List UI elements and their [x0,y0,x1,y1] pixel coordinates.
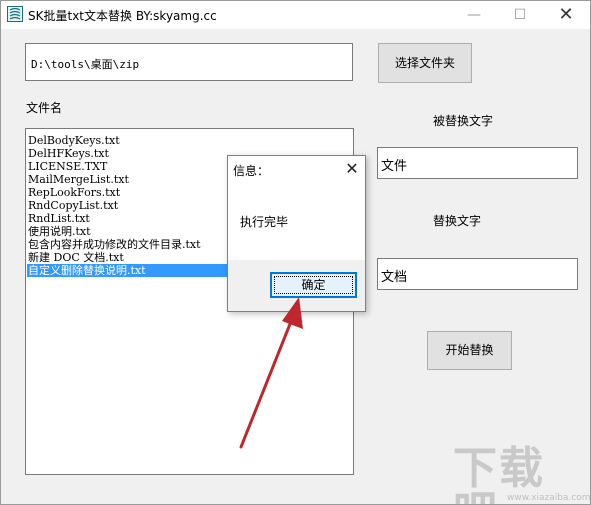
dialog-close-icon[interactable]: ✕ [338,156,366,182]
start-replace-button[interactable]: 开始替换 [427,331,512,370]
filename-label: 文件名 [26,101,63,115]
focus-rectangle [274,276,353,294]
list-item[interactable]: 包含内容并成功修改的文件目录.txt [28,238,201,251]
window-title: SK批量txt文本替换 BY:skyamg.cc [28,9,217,23]
list-item[interactable]: 使用说明.txt [28,225,91,238]
list-item[interactable]: DelBodyKeys.txt [28,134,120,147]
watermark-url: www.xiazaiba.com [507,493,591,503]
close-button[interactable]: ✕ [543,1,589,29]
maximize-button[interactable]: ☐ [497,1,543,29]
list-item[interactable]: DelHFKeys.txt [28,147,109,160]
list-item[interactable]: 新建 DOC 文档.txt [28,251,124,264]
choose-folder-button[interactable]: 选择文件夹 [378,43,472,83]
folder-path-input[interactable]: D:\tools\桌面\zip [25,43,353,81]
list-item[interactable]: LICENSE.TXT [28,160,107,173]
dialog-message: 执行完毕 [240,215,289,229]
app-icon [7,6,23,22]
minimize-button[interactable]: — [451,1,497,29]
list-item[interactable]: RepLookFors.txt [28,186,120,199]
app-window: SK批量txt文本替换 BY:skyamg.cc — ☐ ✕ D:\tools\… [0,0,591,505]
dialog-ok-button[interactable]: 确定 [270,272,357,298]
title-bar: SK批量txt文本替换 BY:skyamg.cc — ☐ ✕ [1,1,590,29]
find-text-label: 被替换文字 [433,114,494,128]
message-dialog: 信息： ✕ 执行完毕 确定 [227,155,366,312]
list-item[interactable]: MailMergeList.txt [28,173,129,186]
list-item[interactable]: RndList.txt [28,212,90,225]
replace-text-input[interactable]: 文档 [377,258,578,290]
find-text-input[interactable]: 文件 [377,147,578,179]
replace-text-label: 替换文字 [433,214,482,228]
list-item[interactable]: RndCopyList.txt [28,199,118,212]
dialog-title: 信息： [233,164,270,178]
